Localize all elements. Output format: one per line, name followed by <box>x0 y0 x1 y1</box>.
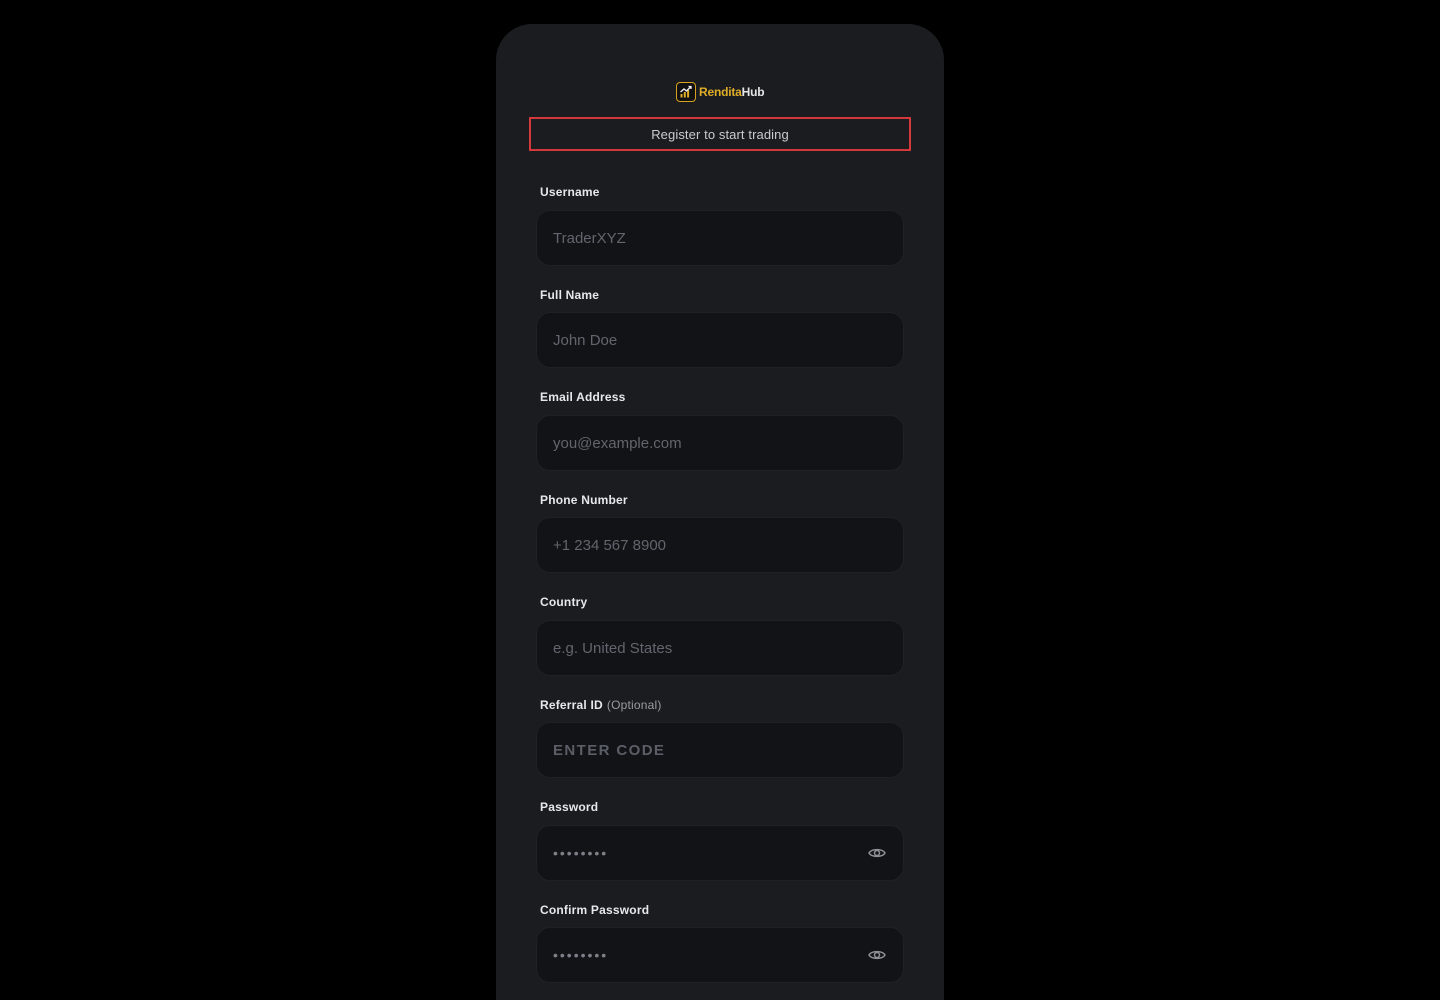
brand-name-part2: Hub <box>741 85 765 99</box>
password-value: •••••••• <box>553 845 609 861</box>
username-input[interactable]: TraderXYZ <box>536 210 904 266</box>
phone-input[interactable]: +1 234 567 8900 <box>536 517 904 573</box>
register-card: RenditaHub Register to start trading Use… <box>496 24 944 1000</box>
referral-input[interactable]: ENTER CODE <box>536 722 904 778</box>
referral-placeholder: ENTER CODE <box>553 741 666 759</box>
country-placeholder: e.g. United States <box>553 639 673 657</box>
referral-label-text: Referral ID <box>540 698 603 712</box>
eye-icon[interactable] <box>867 843 887 863</box>
brand-name-part1: Rendita <box>699 85 742 99</box>
country-input[interactable]: e.g. United States <box>536 620 904 676</box>
username-placeholder: TraderXYZ <box>553 229 626 247</box>
subtitle-highlight: Register to start trading <box>529 117 911 151</box>
brand-logo: RenditaHub <box>676 82 765 102</box>
email-input[interactable]: you@example.com <box>536 415 904 471</box>
country-label: Country <box>540 595 588 609</box>
page-subtitle: Register to start trading <box>651 126 789 142</box>
confirm-password-value: •••••••• <box>553 947 609 963</box>
email-placeholder: you@example.com <box>553 434 682 452</box>
eye-icon[interactable] <box>867 945 887 965</box>
phone-label: Phone Number <box>540 493 628 507</box>
username-label: Username <box>540 185 600 199</box>
phone-placeholder: +1 234 567 8900 <box>553 536 667 554</box>
confirm-password-input[interactable]: •••••••• <box>536 927 904 983</box>
email-label: Email Address <box>540 390 626 404</box>
confirm-password-label: Confirm Password <box>540 903 650 917</box>
trend-chart-icon <box>676 82 696 102</box>
page: RenditaHub Register to start trading Use… <box>0 0 1440 1000</box>
full-name-label: Full Name <box>540 288 600 302</box>
full-name-placeholder: John Doe <box>553 331 618 349</box>
password-label: Password <box>540 800 599 814</box>
optional-hint: (Optional) <box>606 698 662 712</box>
referral-label: Referral ID (Optional) <box>540 698 662 712</box>
full-name-input[interactable]: John Doe <box>536 312 904 368</box>
password-input[interactable]: •••••••• <box>536 825 904 881</box>
brand-name: RenditaHub <box>699 82 765 102</box>
